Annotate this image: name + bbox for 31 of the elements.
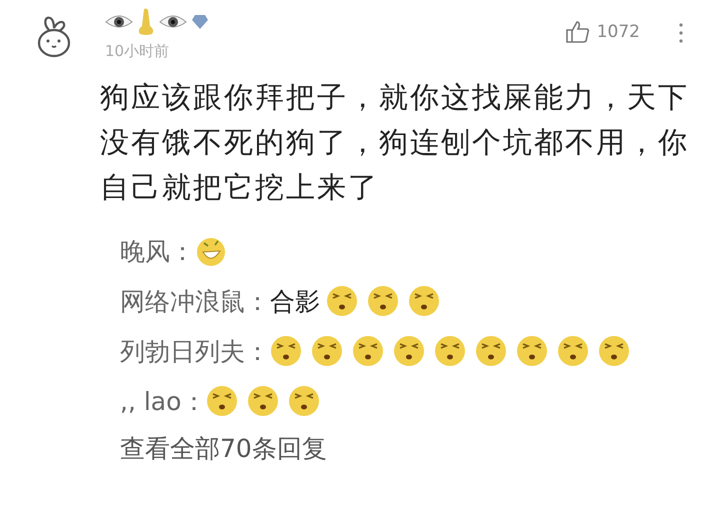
comment-time: 10小时前 — [105, 42, 170, 61]
squinting-face-icon — [206, 385, 238, 417]
squinting-face-icon — [516, 335, 548, 367]
reply-author[interactable]: ,, lao： — [120, 384, 206, 418]
squinting-face-icon — [475, 335, 507, 367]
squinting-face-icon — [270, 335, 302, 367]
squinting-face-icon — [393, 335, 425, 367]
squinting-face-icon — [367, 285, 399, 317]
nose-icon — [137, 8, 155, 36]
diamond-badge-icon — [191, 14, 209, 30]
reply-author[interactable]: 列勃日列夫： — [120, 334, 270, 368]
squinting-face-icon — [557, 335, 589, 367]
squinting-face-icon — [408, 285, 440, 317]
eye-icon — [105, 14, 133, 30]
eye-icon — [159, 14, 187, 30]
squinting-face-icon — [288, 385, 320, 417]
squinting-face-icon — [247, 385, 280, 417]
squinting-face-icon — [598, 335, 630, 367]
thumbs-up-icon — [564, 20, 591, 44]
laughing-face-icon — [195, 235, 227, 267]
squinting-face-icon — [311, 335, 343, 367]
squinting-face-icon — [326, 285, 358, 317]
comment-text: 狗应该跟你拜把子，就你这找屎能力，天下没有饿不死的狗了，狗连刨个坑都不用，你自己就把它挖上来了 — [100, 79, 690, 206]
squinting-face-icon — [434, 335, 466, 367]
like-button[interactable]: 1072 — [564, 20, 640, 44]
reply-text: 合影 — [270, 286, 320, 318]
squinting-face-icon — [352, 335, 384, 367]
reply-author[interactable]: 网络冲浪鼠： — [120, 284, 270, 318]
view-all-replies-link[interactable]: 查看全部70条回复 — [120, 432, 718, 465]
reply-author[interactable]: 晚风： — [120, 234, 195, 268]
more-icon[interactable] — [678, 22, 684, 44]
